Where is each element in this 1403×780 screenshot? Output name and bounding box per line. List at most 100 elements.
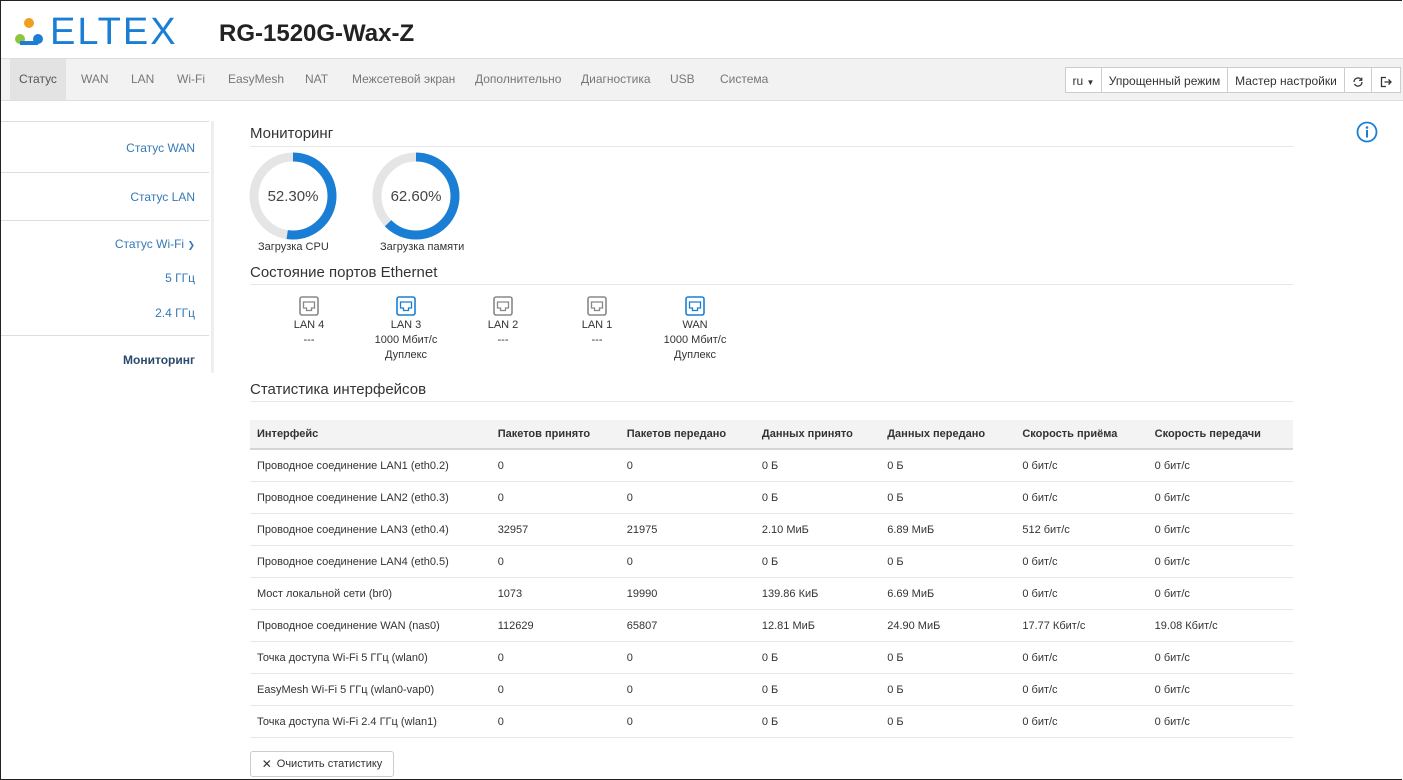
table-cell: 0 бит/с — [1147, 641, 1293, 674]
table-cell: 0 — [490, 705, 620, 738]
nav-tab-wifi[interactable]: Wi-Fi — [177, 59, 205, 100]
sidebar-item-wan-status[interactable]: Статус WAN — [126, 141, 195, 155]
device-model: RG-1520G-Wax-Z — [219, 20, 415, 47]
table-cell: 0 бит/с — [1015, 545, 1148, 578]
table-row: Мост локальной сети (br0) 1073 19990 139.86… — [250, 577, 1293, 610]
table-cell: 0 бит/с — [1147, 705, 1293, 738]
table-cell: 0 — [490, 673, 620, 706]
refresh-icon — [1353, 77, 1363, 87]
language-dropdown[interactable]: ru ▼ — [1065, 67, 1102, 93]
port-name: LAN 1 — [581, 319, 613, 331]
table-cell: 0 бит/с — [1147, 545, 1293, 578]
ports-title: Состояние портов Ethernet — [250, 264, 438, 281]
ethernet-port: WAN 1000 Мбит/с Дуплекс — [650, 296, 740, 363]
table-cell: 0 — [490, 545, 620, 578]
table-cell: 19990 — [619, 577, 755, 610]
setup-wizard-button[interactable]: Мастер настройки — [1227, 67, 1345, 93]
table-cell: 0 бит/с — [1015, 577, 1148, 610]
table-cell: 0 Б — [880, 641, 1016, 674]
port-name: LAN 4 — [293, 319, 325, 331]
sidebar-divider — [1, 220, 209, 221]
port-speed: --- — [497, 334, 509, 346]
table-cell: 0 бит/с — [1147, 577, 1293, 610]
section-divider — [250, 284, 1293, 285]
table-cell: 0 — [619, 673, 755, 706]
port-duplex: Дуплекс — [384, 349, 428, 361]
table-cell: 0 Б — [880, 705, 1016, 738]
table-cell: 6.89 МиБ — [880, 513, 1016, 546]
refresh-button[interactable] — [1344, 67, 1372, 93]
table-cell: 0 бит/с — [1015, 449, 1148, 482]
table-cell: 2.10 МиБ — [754, 513, 881, 546]
cpu-gauge: 52.30% — [249, 152, 337, 240]
column-header: Пакетов передано — [619, 420, 755, 450]
table-cell: Проводное соединение WAN (nas0) — [250, 609, 491, 642]
column-header: Пакетов принято — [490, 420, 620, 450]
sidebar-item-2-4ghz[interactable]: 2.4 ГГц — [155, 306, 195, 320]
ethernet-port-icon — [587, 296, 607, 316]
nav-tab-diagnostics[interactable]: Диагностика — [581, 59, 651, 100]
sidebar-item-wifi-status[interactable]: Статус Wi-Fi ❯ — [115, 237, 195, 251]
ethernet-port-icon — [396, 296, 416, 316]
nav-tab-wan[interactable]: WAN — [81, 59, 109, 100]
cpu-gauge-value: 52.30% — [268, 188, 319, 205]
port-duplex: Дуплекс — [673, 349, 717, 361]
table-cell: Точка доступа Wi-Fi 2.4 ГГц (wlan1) — [250, 705, 491, 738]
table-cell: 0 Б — [754, 449, 881, 482]
table-cell: 0 бит/с — [1147, 481, 1293, 514]
table-cell: Проводное соединение LAN2 (eth0.3) — [250, 481, 491, 514]
table-cell: 65807 — [619, 609, 755, 642]
ethernet-port-icon — [299, 296, 319, 316]
table-cell: 0 Б — [880, 673, 1016, 706]
simple-mode-button[interactable]: Упрощенный режим — [1101, 67, 1228, 93]
memory-gauge-value: 62.60% — [391, 188, 442, 205]
column-header: Интерфейс — [250, 420, 491, 450]
nav-tab-nat[interactable]: NAT — [305, 59, 328, 100]
port-speed: --- — [591, 334, 603, 346]
sidebar-divider — [1, 335, 209, 336]
table-row: Проводное соединение LAN4 (eth0.5) 0 0 0 Б0… — [250, 545, 1293, 578]
section-divider — [250, 146, 1293, 147]
port-name: LAN 3 — [390, 319, 422, 331]
info-icon[interactable] — [1356, 121, 1378, 143]
sidebar-item-lan-status[interactable]: Статус LAN — [130, 190, 195, 204]
column-header: Данных передано — [880, 420, 1016, 450]
sidebar-item-5ghz[interactable]: 5 ГГц — [165, 271, 195, 285]
monitoring-title: Мониторинг — [250, 125, 334, 142]
table-cell: 0 Б — [754, 641, 881, 674]
clear-stats-button[interactable]: ✕ Очистить статистику — [250, 751, 394, 777]
table-cell: Проводное соединение LAN4 (eth0.5) — [250, 545, 491, 578]
table-cell: 0 бит/с — [1147, 513, 1293, 546]
table-cell: 0 бит/с — [1015, 641, 1148, 674]
nav-tab-advanced[interactable]: Дополнительно — [475, 59, 561, 100]
nav-tab-usb[interactable]: USB — [670, 59, 695, 100]
sidebar-item-monitoring[interactable]: Мониторинг — [123, 353, 195, 367]
nav-tab-lan[interactable]: LAN — [131, 59, 154, 100]
table-cell: 0 бит/с — [1015, 481, 1148, 514]
table-cell: 0 Б — [754, 705, 881, 738]
table-cell: 139.86 КиБ — [754, 577, 881, 610]
nav-tab-firewall[interactable]: Межсетевой экран — [352, 59, 455, 100]
nav-tab-status[interactable]: Статус — [10, 59, 66, 100]
nav-tab-system[interactable]: Система — [720, 59, 768, 100]
table-row: Проводное соединение WAN (nas0) 112629 658… — [250, 609, 1293, 642]
logout-button[interactable] — [1371, 67, 1401, 93]
table-row: Проводное соединение LAN2 (eth0.3) 0 0 0 Б0… — [250, 481, 1293, 514]
caret-down-icon: ▼ — [1086, 78, 1095, 87]
stats-title: Статистика интерфейсов — [250, 381, 427, 398]
chevron-down-icon: ❯ — [187, 240, 195, 250]
table-cell: EasyMesh Wi-Fi 5 ГГц (wlan0-vap0) — [250, 673, 491, 706]
table-cell: 0 бит/с — [1147, 673, 1293, 706]
memory-gauge: 62.60% — [372, 152, 460, 240]
table-cell: 1073 — [490, 577, 620, 610]
port-name: WAN — [682, 319, 708, 331]
nav-tab-easymesh[interactable]: EasyMesh — [228, 59, 284, 100]
table-cell: 512 бит/с — [1015, 513, 1148, 546]
table-cell: 0 бит/с — [1147, 449, 1293, 482]
table-cell: 0 Б — [754, 481, 881, 514]
sidebar-item-label: Статус Wi-Fi — [114, 237, 185, 251]
interface-stats-table: Интерфейс Пакетов принято Пакетов передано… — [250, 420, 1293, 738]
table-cell: 17.77 Кбит/с — [1015, 609, 1148, 642]
table-cell: 32957 — [490, 513, 620, 546]
table-row: Точка доступа Wi-Fi 2.4 ГГц (wlan1) 0 0 0 Б… — [250, 705, 1293, 738]
